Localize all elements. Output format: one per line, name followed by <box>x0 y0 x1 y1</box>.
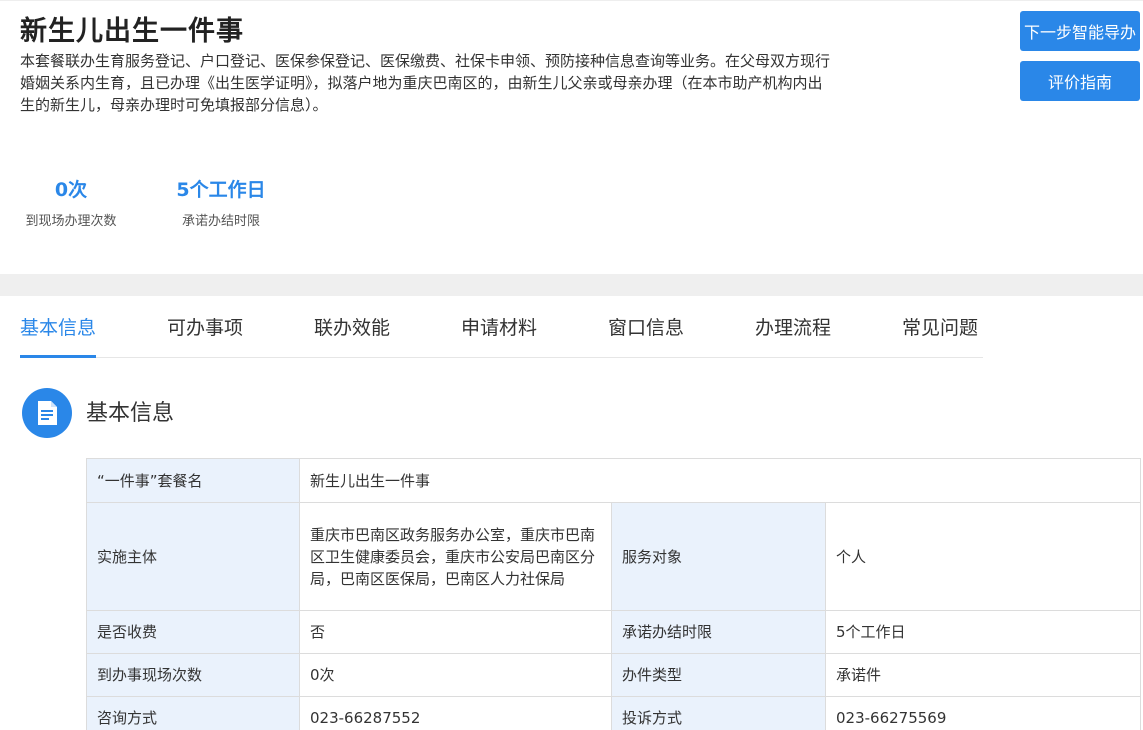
complaint-label: 投诉方式 <box>611 696 826 730</box>
deadline-value: 5个工作日 <box>824 610 1142 654</box>
service-target-label: 服务对象 <box>611 502 826 611</box>
implementer-value: 重庆市巴南区政务服务办公室，重庆市巴南区卫生健康委员会，重庆市公安局巴南区分局，… <box>299 502 612 611</box>
page-title: 新生儿出生一件事 <box>20 16 244 47</box>
stat-visits-label: 到现场办理次数 <box>25 214 117 229</box>
tab-process[interactable]: 办理流程 <box>755 314 831 342</box>
service-description: 本套餐联办生育服务登记、户口登记、医保参保登记、医保缴费、社保卡申领、预防接种信… <box>20 52 831 114</box>
package-name-label: “一件事”套餐名 <box>86 458 300 503</box>
document-icon <box>22 388 72 438</box>
service-summary-panel: 新生儿出生一件事 本套餐联办生育服务登记、户口登记、医保参保登记、医保缴费、社保… <box>0 0 1143 274</box>
service-target-value: 个人 <box>824 502 1142 611</box>
table-row: 是否收费 否 承诺办结时限 5个工作日 <box>86 610 1142 654</box>
section-title: 基本信息 <box>86 401 175 426</box>
evaluation-guide-button[interactable]: 评价指南 <box>1020 61 1140 101</box>
tab-faq[interactable]: 常见问题 <box>902 314 978 342</box>
table-row: “一件事”套餐名 新生儿出生一件事 <box>86 458 1142 503</box>
package-name-value: 新生儿出生一件事 <box>298 458 1142 503</box>
tab-application-materials[interactable]: 申请材料 <box>461 314 537 342</box>
section-divider <box>0 274 1143 296</box>
stat-visits: 0次 到现场办理次数 <box>20 177 122 231</box>
tab-basic-info[interactable]: 基本信息 <box>20 314 97 358</box>
basic-info-table: “一件事”套餐名 新生儿出生一件事 实施主体 重庆市巴南区政务服务办公室，重庆市… <box>86 458 1142 730</box>
consult-value: 023-66287552 <box>299 696 612 730</box>
table-row: 到办事现场次数 0次 办件类型 承诺件 <box>86 653 1142 697</box>
tab-bar: 基本信息 可办事项 联办效能 申请材料 窗口信息 办理流程 常见问题 <box>20 296 983 358</box>
fee-value: 否 <box>299 610 612 654</box>
visits-value: 0次 <box>299 653 612 697</box>
consult-label: 咨询方式 <box>86 696 300 730</box>
type-value: 承诺件 <box>824 653 1142 697</box>
visits-label: 到办事现场次数 <box>86 653 300 697</box>
type-label: 办件类型 <box>611 653 826 697</box>
tab-available-items[interactable]: 可办事项 <box>167 314 243 342</box>
fee-label: 是否收费 <box>86 610 300 654</box>
tab-joint-efficiency[interactable]: 联办效能 <box>314 314 390 342</box>
table-row: 咨询方式 023-66287552 投诉方式 023-66275569 <box>86 696 1142 730</box>
stat-visits-value: 0次 <box>54 179 88 201</box>
complaint-value: 023-66275569 <box>824 696 1142 730</box>
implementer-label: 实施主体 <box>86 502 300 611</box>
stat-deadline: 5个工作日 承诺办结时限 <box>174 177 268 231</box>
smart-guide-button[interactable]: 下一步智能导办 <box>1020 11 1140 51</box>
stat-deadline-label: 承诺办结时限 <box>181 214 260 229</box>
tab-window-info[interactable]: 窗口信息 <box>608 314 684 342</box>
stat-deadline-value: 5个工作日 <box>176 179 266 201</box>
deadline-label: 承诺办结时限 <box>611 610 826 654</box>
table-row: 实施主体 重庆市巴南区政务服务办公室，重庆市巴南区卫生健康委员会，重庆市公安局巴… <box>86 502 1142 611</box>
